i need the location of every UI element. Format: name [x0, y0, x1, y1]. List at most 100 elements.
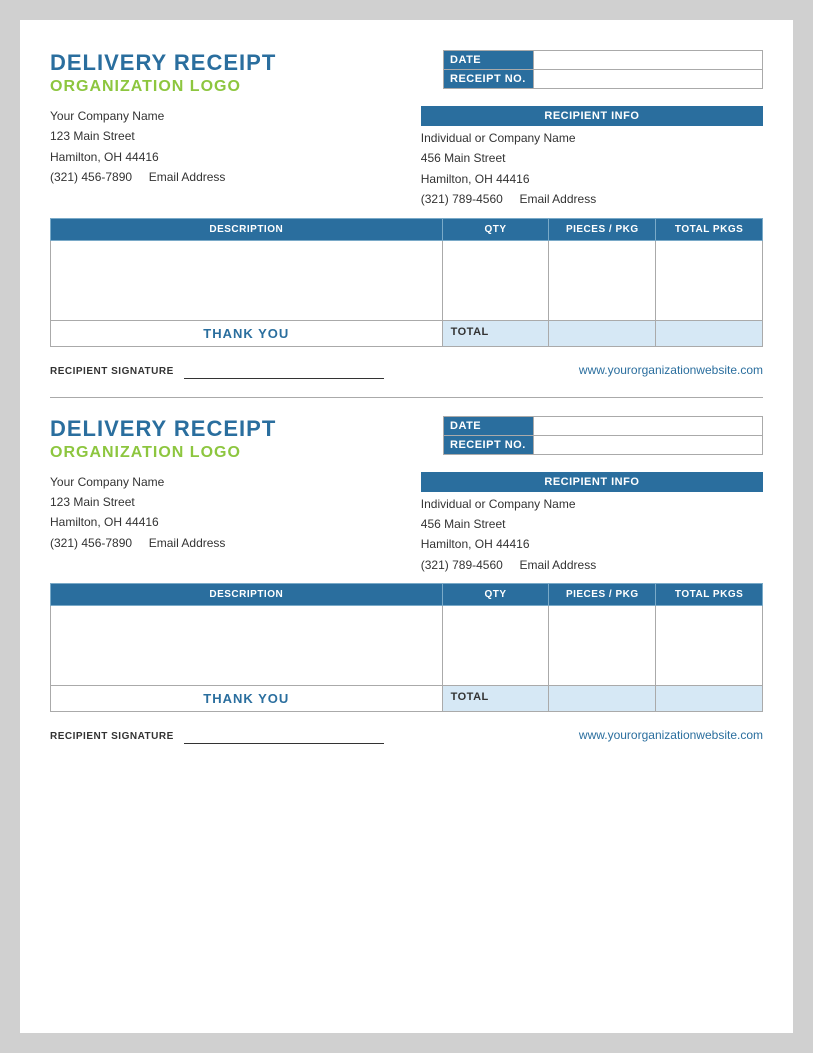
item-pieces-pkg-2[interactable] [549, 606, 656, 686]
receipt-2-date-table: DATE RECEIPT NO. [443, 416, 763, 455]
signature-line[interactable] [184, 378, 384, 379]
receipt-1-signature-row: RECIPIENT SIGNATURE www.yourorganization… [50, 361, 763, 379]
total-pieces-2[interactable] [549, 686, 656, 712]
recipient-email: Email Address [520, 192, 597, 206]
table-header-row-2: DESCRIPTION QTY PIECES / PKG TOTAL PKGS [51, 584, 763, 606]
date-row-2: DATE [444, 416, 763, 435]
sender-company-2: Your Company Name [50, 472, 392, 492]
signature-label-2: RECIPIENT SIGNATURE [50, 731, 174, 742]
table-row [51, 240, 763, 320]
thank-you: THANK YOU [51, 320, 443, 346]
recipient-address: 456 Main Street [421, 148, 763, 168]
receipt-1-info-row: Your Company Name 123 Main Street Hamilt… [50, 106, 763, 210]
recipient-company: Individual or Company Name [421, 128, 763, 148]
receipt-no-value[interactable] [534, 70, 763, 89]
date-value-2[interactable] [534, 416, 763, 435]
receipt-no-label: RECEIPT NO. [444, 70, 534, 89]
item-pieces-pkg[interactable] [549, 240, 656, 320]
date-value[interactable] [534, 51, 763, 70]
table-row-2 [51, 606, 763, 686]
total-row: THANK YOU TOTAL [51, 320, 763, 346]
receipt-2-sender: Your Company Name 123 Main Street Hamilt… [50, 472, 392, 576]
receipt-1-title: DELIVERY RECEIPT [50, 50, 276, 76]
sender-address-2: 123 Main Street [50, 492, 392, 512]
receipt-2-signature-row: RECIPIENT SIGNATURE www.yourorganization… [50, 726, 763, 744]
recipient-email-2: Email Address [520, 558, 597, 572]
receipt-2-title-section: DELIVERY RECEIPT ORGANIZATION LOGO [50, 416, 276, 462]
item-description-2[interactable] [51, 606, 443, 686]
receipt-1-sender: Your Company Name 123 Main Street Hamilt… [50, 106, 392, 210]
header-qty-2: QTY [442, 584, 549, 606]
total-label-2: TOTAL [442, 686, 549, 712]
sender-email-2: Email Address [149, 536, 226, 550]
recipient-phone-2: (321) 789-4560 [421, 558, 503, 572]
sender-city-2: Hamilton, OH 44416 [50, 512, 392, 532]
item-total-pkgs-2[interactable] [656, 606, 763, 686]
receipt-1-recipient: Individual or Company Name 456 Main Stre… [421, 126, 763, 210]
receipt-no-label-2: RECEIPT NO. [444, 435, 534, 454]
recipient-company-2: Individual or Company Name [421, 494, 763, 514]
table-header-row: DESCRIPTION QTY PIECES / PKG TOTAL PKGS [51, 218, 763, 240]
receipt-1-items-table: DESCRIPTION QTY PIECES / PKG TOTAL PKGS … [50, 218, 763, 347]
total-pieces[interactable] [549, 320, 656, 346]
item-qty[interactable] [442, 240, 549, 320]
date-label: DATE [444, 51, 534, 70]
receipt-1-date-table: DATE RECEIPT NO. [443, 50, 763, 89]
receipt-1-top-row: DELIVERY RECEIPT ORGANIZATION LOGO DATE … [50, 50, 763, 96]
recipient-city-2: Hamilton, OH 44416 [421, 534, 763, 554]
signature-section-2: RECIPIENT SIGNATURE [50, 726, 384, 744]
receipt-1: DELIVERY RECEIPT ORGANIZATION LOGO DATE … [50, 50, 763, 379]
receipt-2-logo: ORGANIZATION LOGO [50, 444, 276, 462]
header-pieces-pkg: PIECES / PKG [549, 218, 656, 240]
sender-company: Your Company Name [50, 106, 392, 126]
sender-city: Hamilton, OH 44416 [50, 147, 392, 167]
total-pkgs-value[interactable] [656, 320, 763, 346]
total-row-2: THANK YOU TOTAL [51, 686, 763, 712]
item-qty-2[interactable] [442, 606, 549, 686]
sender-phone-2: (321) 456-7890 [50, 536, 132, 550]
receipt-1-date-section: DATE RECEIPT NO. [443, 50, 763, 89]
header-description-2: DESCRIPTION [51, 584, 443, 606]
receipt-1-logo: ORGANIZATION LOGO [50, 78, 276, 96]
recipient-info-header-2: RECIPIENT INFO [421, 472, 763, 492]
date-row: DATE [444, 51, 763, 70]
date-label-2: DATE [444, 416, 534, 435]
receipt-1-recipient-section: RECIPIENT INFO Individual or Company Nam… [421, 106, 763, 210]
receipt-2: DELIVERY RECEIPT ORGANIZATION LOGO DATE … [50, 416, 763, 745]
receipt-2-date-section: DATE RECEIPT NO. [443, 416, 763, 455]
thank-you-2: THANK YOU [51, 686, 443, 712]
header-total-pkgs: TOTAL PKGS [656, 218, 763, 240]
sender-address: 123 Main Street [50, 126, 392, 146]
recipient-phone-email: (321) 789-4560 Email Address [421, 189, 763, 209]
website-link[interactable]: www.yourorganizationwebsite.com [579, 363, 763, 377]
signature-line-2[interactable] [184, 743, 384, 744]
recipient-info-header: RECIPIENT INFO [421, 106, 763, 126]
receipt-no-row: RECEIPT NO. [444, 70, 763, 89]
receipt-2-recipient: Individual or Company Name 456 Main Stre… [421, 492, 763, 576]
receipt-no-row-2: RECEIPT NO. [444, 435, 763, 454]
recipient-address-2: 456 Main Street [421, 514, 763, 534]
page: DELIVERY RECEIPT ORGANIZATION LOGO DATE … [20, 20, 793, 1033]
item-description[interactable] [51, 240, 443, 320]
website-link-2[interactable]: www.yourorganizationwebsite.com [579, 728, 763, 742]
receipt-no-value-2[interactable] [534, 435, 763, 454]
sender-phone-email-2: (321) 456-7890 Email Address [50, 533, 392, 553]
sender-phone-email: (321) 456-7890 Email Address [50, 167, 392, 187]
total-label: TOTAL [442, 320, 549, 346]
signature-section: RECIPIENT SIGNATURE [50, 361, 384, 379]
receipt-2-info-row: Your Company Name 123 Main Street Hamilt… [50, 472, 763, 576]
sender-email: Email Address [149, 170, 226, 184]
header-qty: QTY [442, 218, 549, 240]
recipient-city: Hamilton, OH 44416 [421, 169, 763, 189]
header-total-pkgs-2: TOTAL PKGS [656, 584, 763, 606]
header-description: DESCRIPTION [51, 218, 443, 240]
recipient-phone: (321) 789-4560 [421, 192, 503, 206]
receipt-2-recipient-section: RECIPIENT INFO Individual or Company Nam… [421, 472, 763, 576]
signature-label: RECIPIENT SIGNATURE [50, 366, 174, 377]
item-total-pkgs[interactable] [656, 240, 763, 320]
sender-phone: (321) 456-7890 [50, 170, 132, 184]
receipt-1-title-section: DELIVERY RECEIPT ORGANIZATION LOGO [50, 50, 276, 96]
receipt-2-title: DELIVERY RECEIPT [50, 416, 276, 442]
receipt-2-top-row: DELIVERY RECEIPT ORGANIZATION LOGO DATE … [50, 416, 763, 462]
total-pkgs-value-2[interactable] [656, 686, 763, 712]
